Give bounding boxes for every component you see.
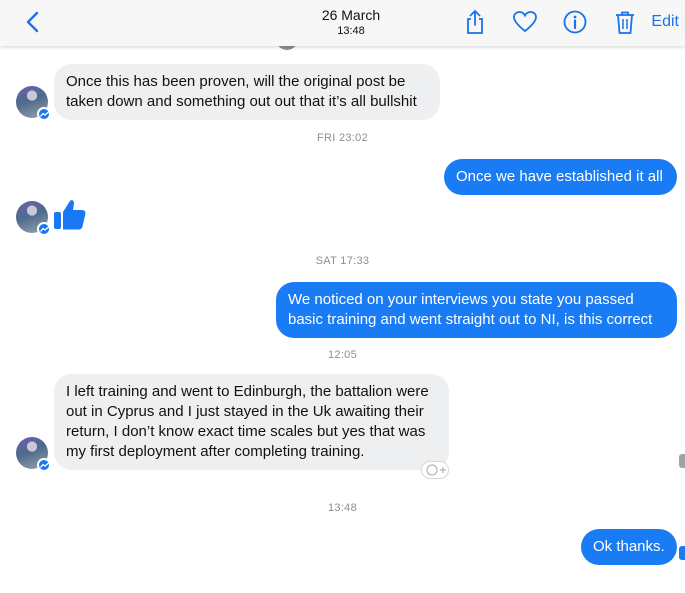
message-bubble-outgoing[interactable]: Once we have established it all (444, 159, 677, 195)
timestamp: 12:05 (327, 349, 358, 361)
heart-icon[interactable] (512, 9, 538, 35)
message-bubble-incoming[interactable]: Once this has been proven, will the orig… (54, 64, 440, 120)
timestamp: 13:48 (327, 502, 358, 514)
add-reaction-button[interactable] (421, 461, 449, 479)
conversation-date: 26 March (321, 7, 381, 23)
conversation-time: 13:48 (337, 25, 365, 37)
avatar[interactable] (16, 201, 51, 236)
message-bubble-incoming[interactable]: I left training and went to Edinburgh, t… (54, 374, 449, 470)
avatar[interactable] (16, 86, 51, 121)
avatar[interactable] (16, 437, 51, 472)
add-reaction-icon (426, 464, 446, 476)
messenger-badge-icon (37, 458, 51, 472)
trash-icon[interactable] (612, 9, 638, 35)
messenger-badge-icon (37, 222, 51, 236)
info-icon[interactable] (562, 9, 588, 35)
timestamp: SAT 17:33 (315, 255, 370, 267)
read-receipt-indicator (679, 546, 685, 560)
read-receipt-indicator (679, 454, 685, 468)
edit-button[interactable]: Edit (651, 13, 679, 31)
timestamp: FRI 23:02 (316, 132, 368, 144)
chevron-left-icon[interactable] (22, 10, 46, 34)
message-bubble-outgoing[interactable]: Ok thanks. (581, 529, 677, 565)
thumbs-up-icon[interactable] (52, 197, 88, 233)
message-bubble-outgoing[interactable]: We noticed on your interviews you state … (276, 282, 677, 338)
messenger-badge-icon (37, 107, 51, 121)
top-bar: 26 March 13:48 Edit (0, 0, 685, 46)
share-icon[interactable] (462, 9, 488, 35)
